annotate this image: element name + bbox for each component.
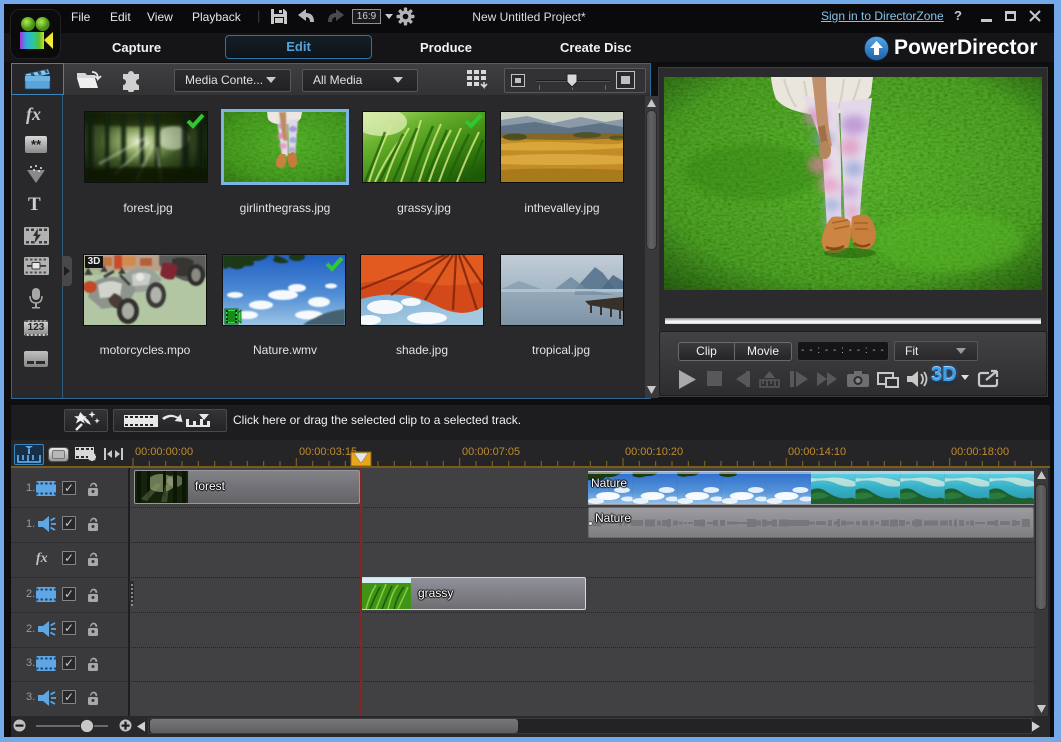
svg-text:00:00:03:15: 00:00:03:15 — [299, 446, 357, 458]
svg-text:00:00:07:05: 00:00:07:05 — [462, 446, 520, 458]
svg-text:00:00:14:10: 00:00:14:10 — [788, 446, 846, 458]
svg-text:00:00:00:00: 00:00:00:00 — [135, 446, 193, 458]
svg-text:00:00:10:20: 00:00:10:20 — [625, 446, 683, 458]
svg-text:00:00:18:00: 00:00:18:00 — [951, 446, 1009, 458]
svg-text:fx: fx — [26, 104, 41, 124]
